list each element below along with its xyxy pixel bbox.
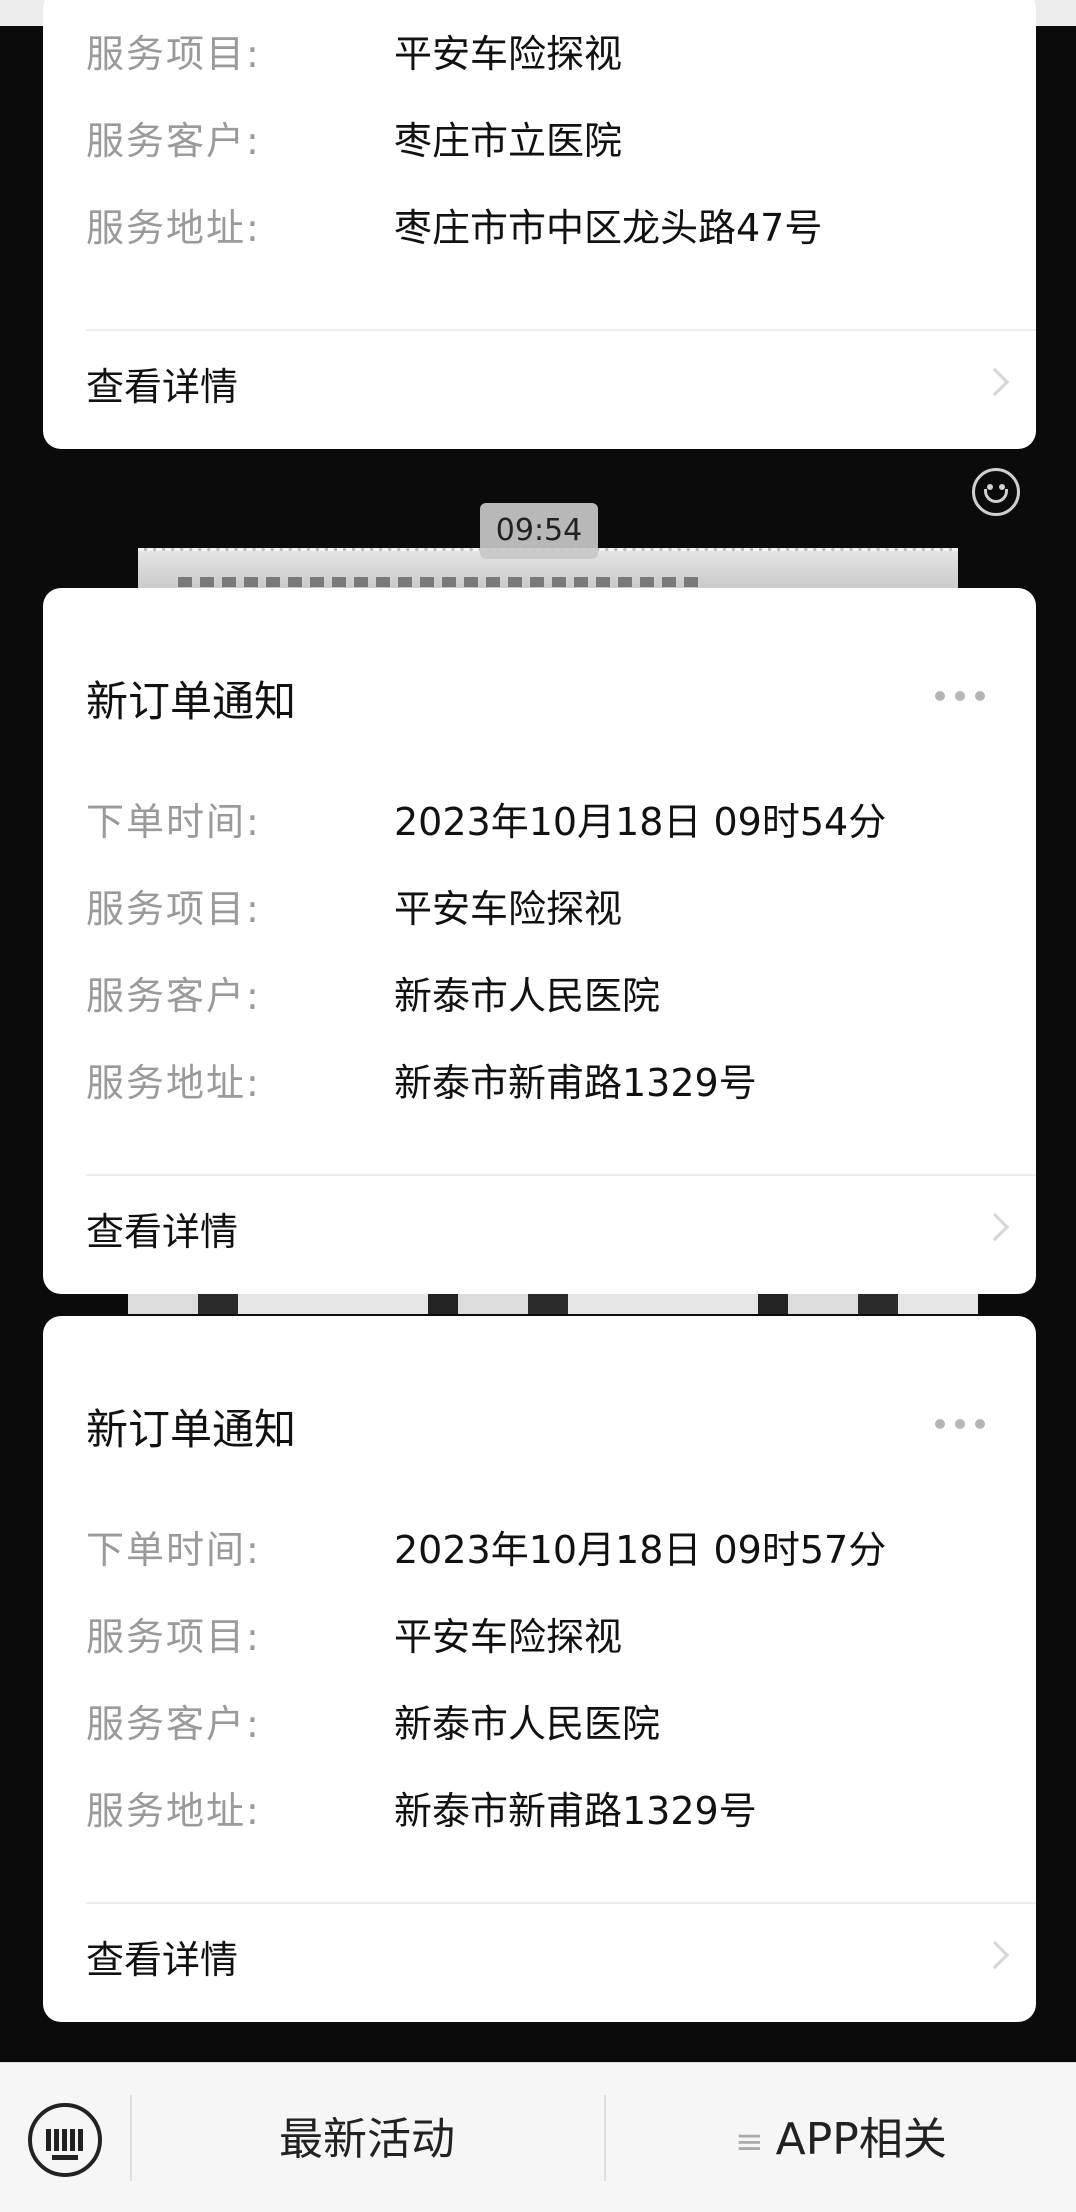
order-row: 服务地址: 枣庄市市中区龙头路47号 bbox=[86, 202, 1006, 254]
order-card[interactable]: 新订单通知 下单时间: 2023年10月18日 09时57分 服务项目: 平安车… bbox=[43, 1316, 1036, 2022]
view-details-link[interactable]: 查看详情 bbox=[86, 1929, 238, 1984]
order-row: 服务客户: 枣庄市立医院 bbox=[86, 115, 1006, 167]
more-options-icon[interactable] bbox=[935, 1417, 991, 1431]
order-card[interactable]: 新订单通知 下单时间: 2023年10月18日 09时54分 服务项目: 平安车… bbox=[43, 588, 1036, 1294]
chevron-right-icon bbox=[980, 1940, 1010, 1970]
row-value: 平安车险探视 bbox=[394, 887, 623, 931]
row-label: 服务客户: bbox=[86, 974, 261, 1018]
keyboard-icon[interactable] bbox=[28, 2103, 102, 2177]
card-divider bbox=[86, 1174, 1036, 1176]
row-label: 服务项目: bbox=[86, 32, 261, 76]
menu-item-latest-activity[interactable]: 最新活动 bbox=[132, 2105, 602, 2175]
row-label: 服务项目: bbox=[86, 1615, 261, 1659]
card-divider bbox=[86, 1902, 1036, 1904]
row-label: 服务客户: bbox=[86, 1702, 261, 1746]
row-value: 2023年10月18日 09时57分 bbox=[394, 1528, 887, 1572]
card-title: 新订单通知 bbox=[86, 1405, 297, 1454]
bottom-menu-bar: 最新活动 ≡ APP相关 bbox=[0, 2062, 1076, 2212]
row-label: 服务地址: bbox=[86, 1061, 261, 1105]
order-row: 服务客户: 新泰市人民医院 bbox=[86, 1698, 1006, 1750]
order-row: 下单时间: 2023年10月18日 09时57分 bbox=[86, 1524, 1006, 1576]
menu-item-app-related[interactable]: ≡ APP相关 bbox=[606, 2105, 1076, 2175]
row-label: 服务项目: bbox=[86, 887, 261, 931]
row-label: 下单时间: bbox=[86, 1528, 261, 1572]
order-row: 服务客户: 新泰市人民医院 bbox=[86, 970, 1006, 1022]
row-value: 新泰市新甫路1329号 bbox=[394, 1061, 757, 1105]
order-row: 服务地址: 新泰市新甫路1329号 bbox=[86, 1057, 1006, 1109]
more-options-icon[interactable] bbox=[935, 689, 991, 703]
chevron-right-icon bbox=[980, 1212, 1010, 1242]
row-value: 枣庄市市中区龙头路47号 bbox=[394, 206, 823, 250]
row-value: 平安车险探视 bbox=[394, 32, 623, 76]
row-value: 2023年10月18日 09时54分 bbox=[394, 800, 887, 844]
order-row: 服务地址: 新泰市新甫路1329号 bbox=[86, 1785, 1006, 1837]
row-value: 平安车险探视 bbox=[394, 1615, 623, 1659]
row-label: 下单时间: bbox=[86, 800, 261, 844]
menu-item-label: APP相关 bbox=[775, 2114, 947, 2165]
order-row: 下单时间: 2023年10月18日 09时54分 bbox=[86, 796, 1006, 848]
row-value: 新泰市人民医院 bbox=[394, 974, 661, 1018]
row-label: 服务地址: bbox=[86, 1789, 261, 1833]
menu-lines-icon: ≡ bbox=[735, 2122, 764, 2162]
card-title: 新订单通知 bbox=[86, 677, 297, 726]
order-row: 服务项目: 平安车险探视 bbox=[86, 28, 1006, 80]
row-value: 枣庄市立医院 bbox=[394, 119, 623, 163]
card-divider bbox=[86, 329, 1036, 331]
order-card[interactable]: 服务项目: 平安车险探视 服务客户: 枣庄市立医院 服务地址: 枣庄市市中区龙头… bbox=[43, 0, 1036, 449]
message-timestamp: 09:54 bbox=[480, 503, 598, 559]
menu-item-label: 最新活动 bbox=[279, 2114, 455, 2165]
row-label: 服务地址: bbox=[86, 206, 261, 250]
order-row: 服务项目: 平安车险探视 bbox=[86, 883, 1006, 935]
smiley-face-icon[interactable] bbox=[972, 468, 1020, 516]
row-label: 服务客户: bbox=[86, 119, 261, 163]
view-details-link[interactable]: 查看详情 bbox=[86, 1201, 238, 1256]
row-value: 新泰市人民医院 bbox=[394, 1702, 661, 1746]
view-details-link[interactable]: 查看详情 bbox=[86, 356, 238, 411]
order-row: 服务项目: 平安车险探视 bbox=[86, 1611, 1006, 1663]
chevron-right-icon bbox=[980, 367, 1010, 397]
row-value: 新泰市新甫路1329号 bbox=[394, 1789, 757, 1833]
